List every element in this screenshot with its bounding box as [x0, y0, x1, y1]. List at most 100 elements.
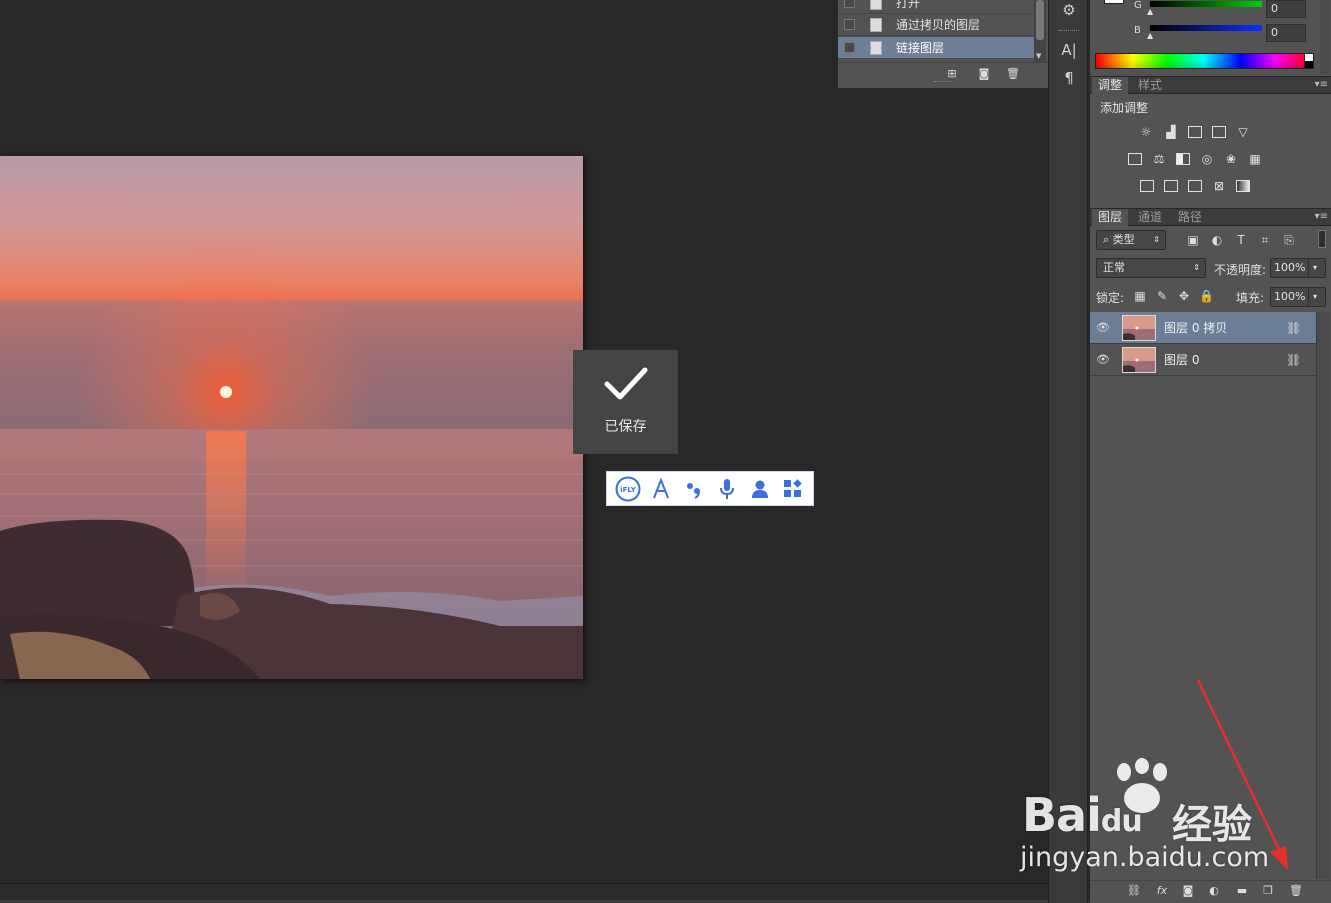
blue-value-input[interactable]: 0 [1266, 24, 1306, 42]
panel-menu-icon[interactable]: ▾≡ [1315, 211, 1328, 222]
layers-scrollbar[interactable] [1316, 312, 1330, 879]
layer-name[interactable]: 图层 0 拷贝 [1164, 319, 1286, 336]
paragraph-icon[interactable]: ¶ [1059, 68, 1079, 88]
blue-slider[interactable] [1150, 25, 1262, 31]
history-scrollbar[interactable]: ▼ [1034, 0, 1046, 62]
filter-type-icon[interactable]: T [1234, 233, 1248, 247]
lock-image-brush-icon[interactable]: ✎ [1155, 289, 1169, 303]
filter-adjustment-icon[interactable]: ◐ [1210, 233, 1224, 247]
layer-filter-select[interactable]: ⌕ 类型 ⇕ [1096, 230, 1166, 250]
fx-layer-style-icon[interactable]: fx [1154, 884, 1170, 898]
new-group-folder-icon[interactable]: ▬ [1234, 884, 1250, 898]
eye-visibility-icon[interactable]: 👁 [1092, 353, 1114, 366]
layer-row-selected[interactable]: 👁 图层 0 拷贝 ⛓ [1090, 312, 1316, 344]
brightness-contrast-icon[interactable]: ☼ [1138, 125, 1154, 139]
green-value-input[interactable]: 0 [1266, 0, 1306, 18]
scroll-thumb[interactable] [1036, 0, 1044, 40]
gradient-map-icon[interactable] [1235, 179, 1251, 193]
new-layer-icon[interactable]: ❐ [1260, 884, 1276, 898]
filter-pixel-icon[interactable]: ▣ [1186, 233, 1200, 247]
channel-mixer-icon[interactable]: ❀ [1223, 152, 1239, 166]
color-balance-icon[interactable]: ⚖ [1151, 152, 1167, 166]
curves-icon[interactable] [1187, 125, 1203, 139]
photo-filter-icon[interactable]: ◎ [1199, 152, 1215, 166]
watermark-brand: Baidu [1022, 788, 1143, 842]
history-item[interactable]: 打开 [838, 0, 1034, 14]
threshold-icon[interactable] [1187, 179, 1203, 193]
vibrance-icon[interactable]: ▽ [1235, 125, 1251, 139]
camera-snapshot-icon[interactable]: ◙ [976, 67, 992, 81]
person-icon[interactable] [746, 475, 774, 503]
panel-resize-grip[interactable] [934, 81, 952, 84]
document-photo[interactable] [0, 156, 583, 679]
opacity-label: 不透明度: [1214, 263, 1267, 277]
adjustments-tabbar: 调整 样式 ▾≡ [1090, 76, 1331, 94]
new-document-from-state-icon[interactable]: ⊞ [944, 67, 960, 81]
selective-color-icon[interactable]: ⊠ [1211, 179, 1227, 193]
history-item[interactable]: 通过拷贝的图层 [838, 14, 1034, 36]
foreground-swatch[interactable] [1104, 0, 1124, 4]
layers-tabbar: 图层 通道 路径 ▾≡ [1090, 208, 1331, 226]
tab-paths[interactable]: 路径 [1172, 209, 1208, 226]
posterize-icon[interactable] [1163, 179, 1179, 193]
filter-toggle[interactable] [1318, 230, 1326, 248]
black-white-swatch[interactable] [1304, 53, 1314, 69]
history-snapshot-checkbox[interactable] [844, 0, 855, 8]
microphone-icon[interactable] [713, 475, 741, 503]
panel-menu-icon[interactable]: ▾≡ [1315, 79, 1328, 90]
layer-row[interactable]: 👁 图层 0 ⛓ [1090, 344, 1316, 376]
tab-channels[interactable]: 通道 [1132, 209, 1168, 226]
levels-icon[interactable]: ▟ [1163, 125, 1179, 139]
invert-icon[interactable] [1139, 179, 1155, 193]
filter-shape-icon[interactable]: ⌗ [1258, 233, 1272, 247]
fill-label: 填充: [1236, 291, 1265, 305]
blue-channel-label: B [1134, 25, 1141, 36]
punctuation-icon[interactable] [680, 475, 708, 503]
lock-all-icon[interactable]: 🔒 [1199, 289, 1214, 303]
opacity-dropdown-icon[interactable]: ▾ [1308, 258, 1326, 278]
green-slider[interactable] [1150, 1, 1262, 7]
history-snapshot-checkbox[interactable] [844, 19, 855, 30]
saved-label: 已保存 [604, 419, 647, 435]
chevron-updown-icon: ⇕ [1193, 263, 1200, 272]
tab-layers[interactable]: 图层 [1092, 209, 1129, 226]
blend-mode-select[interactable]: 正常 ⇕ [1096, 258, 1206, 278]
apps-icon[interactable] [779, 475, 807, 503]
character-paragraph-icon[interactable]: ⚙ [1059, 0, 1079, 20]
new-adjustment-layer-icon[interactable]: ◐ [1206, 884, 1222, 898]
character-panel-icon[interactable]: A| [1059, 40, 1079, 60]
eye-visibility-icon[interactable]: 👁 [1092, 321, 1114, 334]
ifly-logo-icon[interactable]: iFLY [614, 475, 642, 503]
blue-slider-handle[interactable]: ▲ [1147, 31, 1153, 40]
search-icon: ⌕ [1103, 233, 1110, 246]
tab-adjustments[interactable]: 调整 [1092, 77, 1129, 94]
ifly-toolbar: iFLY [606, 471, 814, 506]
history-item-label: 通过拷贝的图层 [896, 18, 981, 32]
add-mask-icon[interactable]: ◙ [1180, 884, 1196, 898]
color-panel-scrollbar[interactable] [1320, 0, 1330, 74]
lock-transparent-icon[interactable]: ▦ [1133, 289, 1147, 303]
link-layers-icon[interactable]: ⛓ [1126, 884, 1142, 898]
trash-icon[interactable]: 🗑 [1288, 884, 1304, 898]
history-snapshot-checkbox[interactable] [844, 42, 855, 53]
fill-dropdown-icon[interactable]: ▾ [1308, 287, 1326, 307]
tab-styles[interactable]: 样式 [1132, 77, 1168, 94]
document-icon [870, 17, 882, 32]
scroll-down-icon[interactable]: ▼ [1036, 52, 1041, 60]
history-item-active[interactable]: 链接图层 [838, 37, 1034, 59]
green-slider-handle[interactable]: ▲ [1147, 7, 1153, 16]
black-white-icon[interactable] [1175, 152, 1191, 166]
layer-name[interactable]: 图层 0 [1164, 351, 1286, 368]
history-footer: ⊞ ◙ 🗑 [838, 62, 1048, 88]
text-a-icon[interactable] [647, 475, 675, 503]
color-lookup-icon[interactable]: ▦ [1247, 152, 1263, 166]
trash-icon[interactable]: 🗑 [1005, 67, 1021, 81]
exposure-icon[interactable] [1211, 125, 1227, 139]
hue-saturation-icon[interactable] [1127, 152, 1143, 166]
color-spectrum-bar[interactable] [1095, 53, 1313, 69]
chevron-updown-icon: ⇕ [1153, 235, 1160, 244]
history-item-label: 打开 [896, 0, 921, 10]
filter-smart-object-icon[interactable]: ⎘ [1282, 233, 1296, 247]
dock-grip[interactable] [1059, 30, 1079, 32]
lock-position-icon[interactable]: ✥ [1177, 289, 1191, 303]
